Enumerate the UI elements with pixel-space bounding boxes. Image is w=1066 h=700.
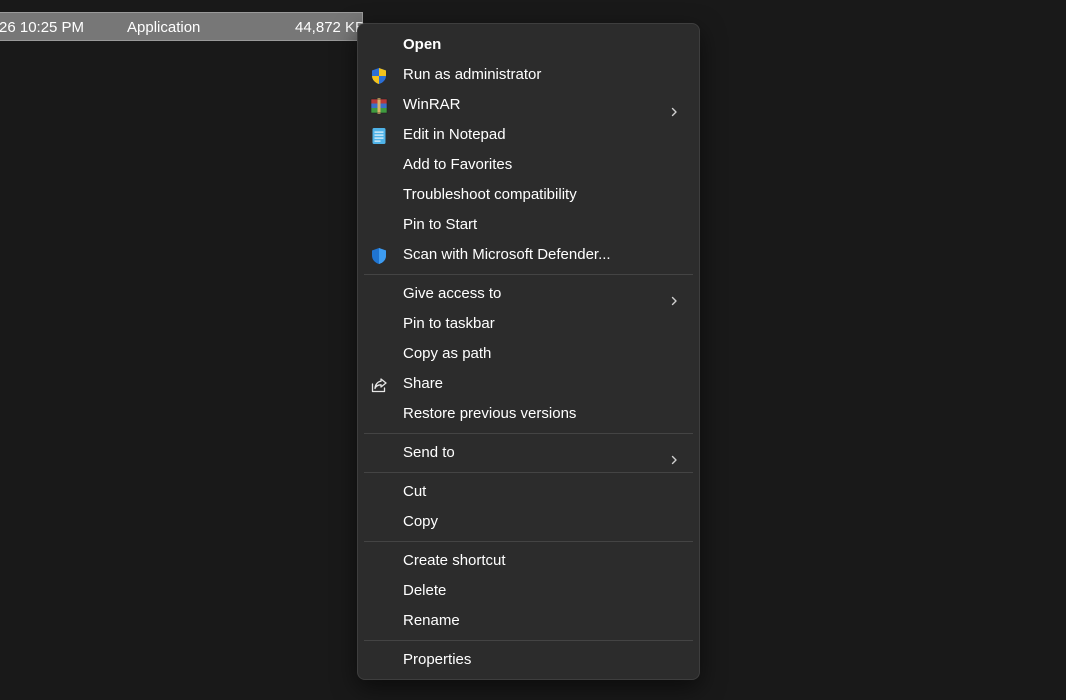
menu-item-label: Pin to Start: [403, 216, 478, 233]
chevron-right-icon: [668, 288, 680, 306]
menu-item-rename[interactable]: Rename: [363, 606, 694, 636]
menu-item-pin-to-taskbar[interactable]: Pin to taskbar: [363, 309, 694, 339]
menu-separator: [364, 433, 693, 434]
uac-shield-icon: [370, 66, 388, 84]
menu-item-edit-in-notepad[interactable]: Edit in Notepad: [363, 120, 694, 150]
menu-item-create-shortcut[interactable]: Create shortcut: [363, 546, 694, 576]
menu-item-give-access-to[interactable]: Give access to: [363, 279, 694, 309]
menu-item-label: Share: [403, 375, 444, 392]
menu-item-restore-previous-versions[interactable]: Restore previous versions: [363, 399, 694, 429]
menu-item-label: Create shortcut: [403, 552, 506, 569]
menu-item-label: Copy: [403, 513, 439, 530]
menu-item-label: Properties: [403, 651, 472, 668]
menu-item-troubleshoot-compatibility[interactable]: Troubleshoot compatibility: [363, 180, 694, 210]
menu-item-properties[interactable]: Properties: [363, 645, 694, 675]
menu-item-delete[interactable]: Delete: [363, 576, 694, 606]
menu-item-cut[interactable]: Cut: [363, 477, 694, 507]
share-icon: [370, 375, 388, 393]
menu-item-pin-to-start[interactable]: Pin to Start: [363, 210, 694, 240]
chevron-right-icon: [668, 99, 680, 117]
menu-item-label: Add to Favorites: [403, 156, 513, 173]
chevron-right-icon: [668, 447, 680, 465]
menu-item-label: Troubleshoot compatibility: [403, 186, 577, 203]
menu-item-label: Send to: [403, 444, 455, 461]
context-menu: Open Run as administrator WinRAR Edit in No…: [357, 23, 700, 680]
menu-item-copy[interactable]: Copy: [363, 507, 694, 537]
defender-shield-icon: [370, 246, 388, 264]
menu-item-label: WinRAR: [403, 96, 461, 113]
menu-item-add-to-favorites[interactable]: Add to Favorites: [363, 150, 694, 180]
menu-item-label: Restore previous versions: [403, 405, 577, 422]
menu-item-open[interactable]: Open: [363, 30, 694, 60]
menu-separator: [364, 541, 693, 542]
winrar-icon: [370, 96, 388, 114]
menu-item-winrar[interactable]: WinRAR: [363, 90, 694, 120]
menu-item-label: Scan with Microsoft Defender...: [403, 246, 611, 263]
menu-item-label: Pin to taskbar: [403, 315, 495, 332]
menu-item-label: Delete: [403, 582, 447, 599]
menu-separator: [364, 640, 693, 641]
menu-item-send-to[interactable]: Send to: [363, 438, 694, 468]
menu-item-label: Give access to: [403, 285, 502, 302]
menu-item-run-as-administrator[interactable]: Run as administrator: [363, 60, 694, 90]
file-size: 44,872 KB: [295, 19, 366, 36]
menu-item-copy-as-path[interactable]: Copy as path: [363, 339, 694, 369]
menu-item-scan-with-microsoft-defender[interactable]: Scan with Microsoft Defender...: [363, 240, 694, 270]
menu-separator: [364, 472, 693, 473]
menu-item-label: Copy as path: [403, 345, 492, 362]
selected-file-row[interactable]: 26 10:25 PM Application 44,872 KB: [0, 12, 366, 41]
menu-item-share[interactable]: Share: [363, 369, 694, 399]
menu-item-label: Edit in Notepad: [403, 126, 506, 143]
menu-item-label: Run as administrator: [403, 66, 542, 83]
file-date-modified: 26 10:25 PM: [0, 19, 85, 36]
notepad-icon: [370, 126, 388, 144]
menu-item-label: Cut: [403, 483, 427, 500]
menu-item-label: Open: [403, 36, 442, 53]
file-type: Application: [127, 19, 201, 36]
menu-item-label: Rename: [403, 612, 460, 629]
menu-separator: [364, 274, 693, 275]
